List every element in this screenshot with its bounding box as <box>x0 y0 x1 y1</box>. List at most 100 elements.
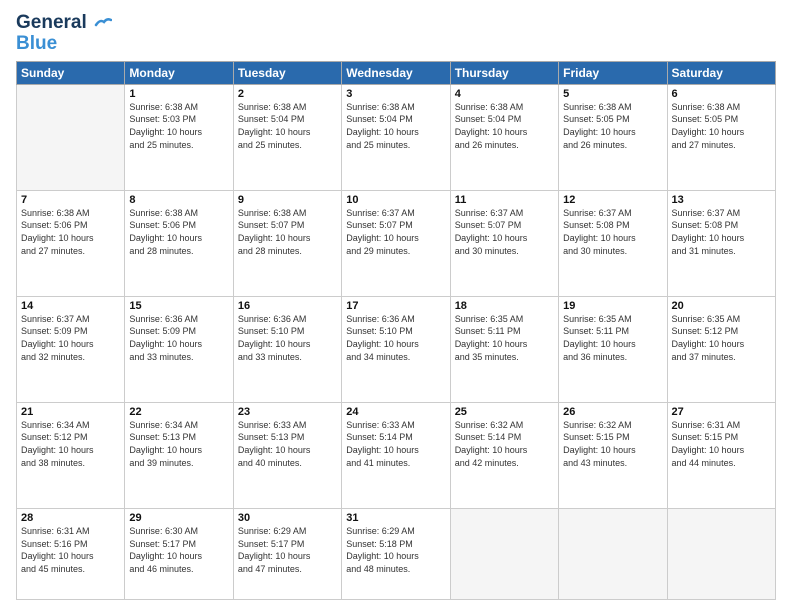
day-cell: 12Sunrise: 6:37 AMSunset: 5:08 PMDayligh… <box>559 190 667 296</box>
day-cell: 17Sunrise: 6:36 AMSunset: 5:10 PMDayligh… <box>342 296 450 402</box>
day-number: 11 <box>455 194 554 206</box>
day-info: Sunrise: 6:38 AMSunset: 5:04 PMDaylight:… <box>238 101 337 151</box>
weekday-monday: Monday <box>125 61 233 84</box>
day-number: 29 <box>129 512 228 524</box>
day-cell: 21Sunrise: 6:34 AMSunset: 5:12 PMDayligh… <box>17 402 125 508</box>
weekday-thursday: Thursday <box>450 61 558 84</box>
day-info: Sunrise: 6:30 AMSunset: 5:17 PMDaylight:… <box>129 525 228 575</box>
day-cell <box>17 84 125 190</box>
day-number: 8 <box>129 194 228 206</box>
day-cell: 6Sunrise: 6:38 AMSunset: 5:05 PMDaylight… <box>667 84 775 190</box>
day-info: Sunrise: 6:37 AMSunset: 5:08 PMDaylight:… <box>563 207 662 257</box>
day-info: Sunrise: 6:32 AMSunset: 5:15 PMDaylight:… <box>563 419 662 469</box>
day-cell: 4Sunrise: 6:38 AMSunset: 5:04 PMDaylight… <box>450 84 558 190</box>
day-cell: 22Sunrise: 6:34 AMSunset: 5:13 PMDayligh… <box>125 402 233 508</box>
day-info: Sunrise: 6:34 AMSunset: 5:13 PMDaylight:… <box>129 419 228 469</box>
day-info: Sunrise: 6:35 AMSunset: 5:11 PMDaylight:… <box>455 313 554 363</box>
day-number: 21 <box>21 406 120 418</box>
day-number: 22 <box>129 406 228 418</box>
day-cell: 15Sunrise: 6:36 AMSunset: 5:09 PMDayligh… <box>125 296 233 402</box>
day-info: Sunrise: 6:38 AMSunset: 5:03 PMDaylight:… <box>129 101 228 151</box>
day-info: Sunrise: 6:38 AMSunset: 5:04 PMDaylight:… <box>455 101 554 151</box>
day-number: 2 <box>238 88 337 100</box>
day-cell: 7Sunrise: 6:38 AMSunset: 5:06 PMDaylight… <box>17 190 125 296</box>
day-info: Sunrise: 6:35 AMSunset: 5:12 PMDaylight:… <box>672 313 771 363</box>
day-info: Sunrise: 6:37 AMSunset: 5:07 PMDaylight:… <box>455 207 554 257</box>
day-info: Sunrise: 6:33 AMSunset: 5:13 PMDaylight:… <box>238 419 337 469</box>
day-number: 23 <box>238 406 337 418</box>
day-cell: 14Sunrise: 6:37 AMSunset: 5:09 PMDayligh… <box>17 296 125 402</box>
day-info: Sunrise: 6:36 AMSunset: 5:10 PMDaylight:… <box>346 313 445 363</box>
day-number: 1 <box>129 88 228 100</box>
day-cell: 25Sunrise: 6:32 AMSunset: 5:14 PMDayligh… <box>450 402 558 508</box>
day-info: Sunrise: 6:31 AMSunset: 5:15 PMDaylight:… <box>672 419 771 469</box>
day-cell: 28Sunrise: 6:31 AMSunset: 5:16 PMDayligh… <box>17 508 125 599</box>
day-cell: 2Sunrise: 6:38 AMSunset: 5:04 PMDaylight… <box>233 84 341 190</box>
day-info: Sunrise: 6:38 AMSunset: 5:07 PMDaylight:… <box>238 207 337 257</box>
day-cell <box>667 508 775 599</box>
day-cell: 1Sunrise: 6:38 AMSunset: 5:03 PMDaylight… <box>125 84 233 190</box>
day-number: 5 <box>563 88 662 100</box>
day-number: 10 <box>346 194 445 206</box>
day-cell: 31Sunrise: 6:29 AMSunset: 5:18 PMDayligh… <box>342 508 450 599</box>
day-number: 16 <box>238 300 337 312</box>
day-number: 28 <box>21 512 120 524</box>
weekday-tuesday: Tuesday <box>233 61 341 84</box>
day-number: 13 <box>672 194 771 206</box>
weekday-wednesday: Wednesday <box>342 61 450 84</box>
day-cell: 24Sunrise: 6:33 AMSunset: 5:14 PMDayligh… <box>342 402 450 508</box>
day-info: Sunrise: 6:34 AMSunset: 5:12 PMDaylight:… <box>21 419 120 469</box>
day-number: 30 <box>238 512 337 524</box>
day-cell: 5Sunrise: 6:38 AMSunset: 5:05 PMDaylight… <box>559 84 667 190</box>
day-cell: 13Sunrise: 6:37 AMSunset: 5:08 PMDayligh… <box>667 190 775 296</box>
day-cell: 27Sunrise: 6:31 AMSunset: 5:15 PMDayligh… <box>667 402 775 508</box>
logo: General Blue <box>16 12 112 55</box>
page: General Blue SundayMondayTuesdayWednesda… <box>0 0 792 612</box>
day-number: 4 <box>455 88 554 100</box>
day-info: Sunrise: 6:38 AMSunset: 5:06 PMDaylight:… <box>21 207 120 257</box>
day-cell: 10Sunrise: 6:37 AMSunset: 5:07 PMDayligh… <box>342 190 450 296</box>
day-cell <box>559 508 667 599</box>
day-info: Sunrise: 6:32 AMSunset: 5:14 PMDaylight:… <box>455 419 554 469</box>
day-number: 3 <box>346 88 445 100</box>
day-cell: 11Sunrise: 6:37 AMSunset: 5:07 PMDayligh… <box>450 190 558 296</box>
day-number: 17 <box>346 300 445 312</box>
day-cell: 26Sunrise: 6:32 AMSunset: 5:15 PMDayligh… <box>559 402 667 508</box>
week-row-5: 28Sunrise: 6:31 AMSunset: 5:16 PMDayligh… <box>17 508 776 599</box>
day-number: 24 <box>346 406 445 418</box>
day-number: 14 <box>21 300 120 312</box>
day-cell: 8Sunrise: 6:38 AMSunset: 5:06 PMDaylight… <box>125 190 233 296</box>
day-number: 27 <box>672 406 771 418</box>
day-number: 12 <box>563 194 662 206</box>
week-row-4: 21Sunrise: 6:34 AMSunset: 5:12 PMDayligh… <box>17 402 776 508</box>
day-number: 9 <box>238 194 337 206</box>
logo-blue: Blue <box>16 34 57 55</box>
logo-bird-icon <box>94 17 112 29</box>
weekday-friday: Friday <box>559 61 667 84</box>
day-cell: 18Sunrise: 6:35 AMSunset: 5:11 PMDayligh… <box>450 296 558 402</box>
day-info: Sunrise: 6:38 AMSunset: 5:06 PMDaylight:… <box>129 207 228 257</box>
day-cell: 20Sunrise: 6:35 AMSunset: 5:12 PMDayligh… <box>667 296 775 402</box>
week-row-2: 7Sunrise: 6:38 AMSunset: 5:06 PMDaylight… <box>17 190 776 296</box>
day-number: 20 <box>672 300 771 312</box>
day-info: Sunrise: 6:38 AMSunset: 5:05 PMDaylight:… <box>563 101 662 151</box>
day-cell: 30Sunrise: 6:29 AMSunset: 5:17 PMDayligh… <box>233 508 341 599</box>
day-info: Sunrise: 6:35 AMSunset: 5:11 PMDaylight:… <box>563 313 662 363</box>
day-info: Sunrise: 6:29 AMSunset: 5:18 PMDaylight:… <box>346 525 445 575</box>
day-cell: 19Sunrise: 6:35 AMSunset: 5:11 PMDayligh… <box>559 296 667 402</box>
day-number: 31 <box>346 512 445 524</box>
day-number: 19 <box>563 300 662 312</box>
day-info: Sunrise: 6:38 AMSunset: 5:04 PMDaylight:… <box>346 101 445 151</box>
day-number: 7 <box>21 194 120 206</box>
day-number: 18 <box>455 300 554 312</box>
week-row-1: 1Sunrise: 6:38 AMSunset: 5:03 PMDaylight… <box>17 84 776 190</box>
day-number: 6 <box>672 88 771 100</box>
day-cell <box>450 508 558 599</box>
day-number: 25 <box>455 406 554 418</box>
day-cell: 23Sunrise: 6:33 AMSunset: 5:13 PMDayligh… <box>233 402 341 508</box>
day-info: Sunrise: 6:37 AMSunset: 5:07 PMDaylight:… <box>346 207 445 257</box>
header: General Blue <box>16 12 776 55</box>
day-cell: 3Sunrise: 6:38 AMSunset: 5:04 PMDaylight… <box>342 84 450 190</box>
weekday-sunday: Sunday <box>17 61 125 84</box>
day-number: 26 <box>563 406 662 418</box>
